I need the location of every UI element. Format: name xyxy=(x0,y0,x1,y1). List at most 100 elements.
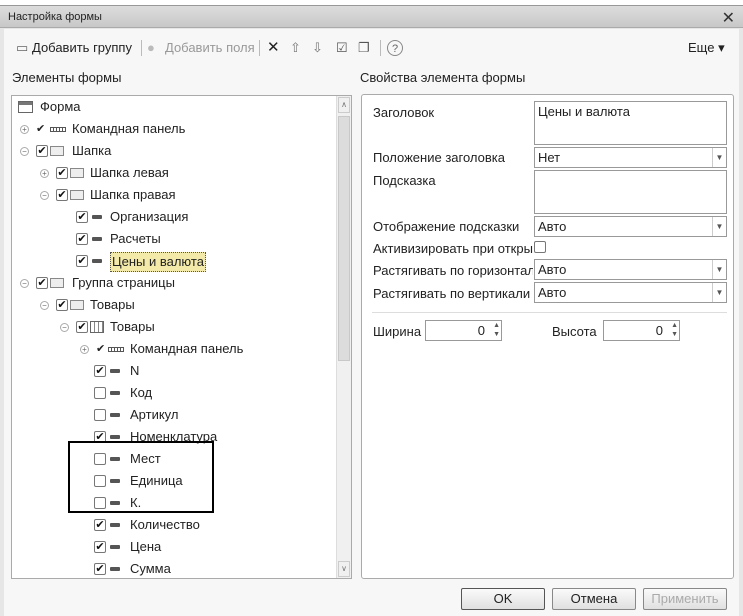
tree-item[interactable]: Код xyxy=(12,382,337,404)
vertical-stretch-label: Растягивать по вертикали xyxy=(373,286,531,301)
tree-item[interactable]: − ✔ Группа страницы xyxy=(12,272,337,294)
form-elements-heading: Элементы формы xyxy=(12,70,122,85)
tree-item-checkbox[interactable]: ✔ xyxy=(56,167,68,179)
width-input[interactable]: 0 ▲ ▼ xyxy=(425,320,502,341)
dropdown-arrow-icon[interactable]: ▼ xyxy=(712,148,726,167)
spinner-icon[interactable]: ▲ ▼ xyxy=(671,321,678,339)
add-group-button[interactable]: Добавить группу xyxy=(32,40,132,56)
dropdown-arrow-icon[interactable]: ▼ xyxy=(712,260,726,279)
collapse-icon[interactable]: − xyxy=(20,279,29,288)
vertical-stretch-value: Авто xyxy=(538,285,567,300)
dropdown-arrow-icon[interactable]: ▼ xyxy=(712,283,726,302)
tree-item[interactable]: ✔ Организация xyxy=(12,206,337,228)
tree-item-label: Форма xyxy=(40,99,81,114)
apply-button[interactable]: Применить xyxy=(643,588,727,610)
tree-item-checkbox[interactable]: ✔ xyxy=(56,189,68,201)
tree-item-checkbox[interactable]: ✔ xyxy=(56,299,68,311)
field-icon xyxy=(92,259,102,263)
height-input[interactable]: 0 ▲ ▼ xyxy=(603,320,680,341)
tree-item-checkbox[interactable]: ✔ xyxy=(94,365,106,377)
ok-button[interactable]: OK xyxy=(461,588,545,610)
tree-item[interactable]: − ✔ Товары xyxy=(12,294,337,316)
tree-item-checkbox[interactable]: ✔ xyxy=(94,541,106,553)
add-group-icon: ▭ xyxy=(16,40,29,55)
close-icon[interactable]: ✕ xyxy=(722,8,735,28)
tree-item-label: Шапка xyxy=(72,143,112,158)
tree-item-checkbox[interactable] xyxy=(94,409,106,421)
collapse-icon[interactable]: − xyxy=(60,323,69,332)
delete-icon[interactable]: ✕ xyxy=(267,40,280,56)
horizontal-stretch-value: Авто xyxy=(538,262,567,277)
expand-icon[interactable]: + xyxy=(40,169,49,178)
separator xyxy=(141,40,142,56)
more-menu[interactable]: Еще ▾ xyxy=(688,40,725,56)
scroll-thumb[interactable] xyxy=(338,116,350,361)
tree-item[interactable]: + ✔ Командная панель xyxy=(12,118,337,140)
tree-item[interactable]: ✔ N xyxy=(12,360,337,382)
tree-item-checkbox[interactable]: ✔ xyxy=(76,321,88,333)
height-label: Высота xyxy=(552,324,597,339)
scroll-down-icon[interactable]: ∨ xyxy=(338,561,350,577)
tree-item-checkbox[interactable] xyxy=(94,387,106,399)
field-icon xyxy=(110,413,120,417)
folder-icon xyxy=(70,168,84,178)
tree-item-label: Группа страницы xyxy=(72,275,175,290)
tree-item[interactable]: ✔ Цены и валюта xyxy=(12,250,337,272)
tree-item[interactable]: ✔ Расчеты xyxy=(12,228,337,250)
tree-item[interactable]: + ✔ Командная панель xyxy=(12,338,337,360)
tree-item[interactable]: Артикул xyxy=(12,404,337,426)
field-icon xyxy=(92,215,102,219)
add-fields-button[interactable]: Добавить поля xyxy=(165,40,255,56)
collapse-icon[interactable]: − xyxy=(20,147,29,156)
move-up-icon[interactable]: ⇧ xyxy=(290,40,301,56)
tree-item-checkbox[interactable]: ✔ xyxy=(94,563,106,575)
tree-item-checkbox[interactable]: ✔ xyxy=(36,145,48,157)
vertical-stretch-select[interactable]: Авто ▼ xyxy=(534,282,727,303)
move-down-icon[interactable]: ⇩ xyxy=(312,40,323,56)
tree-item-label: Организация xyxy=(110,209,189,224)
dropdown-arrow-icon[interactable]: ▼ xyxy=(712,217,726,236)
collapse-icon[interactable]: − xyxy=(40,191,49,200)
tree-item[interactable]: Форма xyxy=(12,96,337,118)
scroll-up-icon[interactable]: ∧ xyxy=(338,97,350,113)
folder-icon xyxy=(50,146,64,156)
uncheck-all-icon[interactable]: ❐ xyxy=(358,40,370,56)
expand-icon[interactable]: + xyxy=(80,345,89,354)
tree-item[interactable]: − ✔ Товары xyxy=(12,316,337,338)
horizontal-stretch-select[interactable]: Авто ▼ xyxy=(534,259,727,280)
hint-input[interactable] xyxy=(534,170,727,214)
tree-item-label: Командная панель xyxy=(72,121,186,136)
tree-item-checkbox[interactable]: ✔ xyxy=(36,277,48,289)
height-value: 0 xyxy=(655,323,663,338)
tree-item-label: Код xyxy=(130,385,153,400)
activate-on-open-checkbox[interactable] xyxy=(534,241,546,253)
tree-scrollbar[interactable]: ∧ ∨ xyxy=(336,96,351,578)
check-all-icon[interactable]: ☑ xyxy=(336,40,348,56)
title-input[interactable]: Цены и валюта xyxy=(534,101,727,145)
tree-item-label: Цена xyxy=(130,539,162,554)
hint-display-label: Отображение подсказки xyxy=(373,219,520,234)
help-icon[interactable]: ? xyxy=(387,40,403,56)
tree-item-checkbox[interactable]: ✔ xyxy=(94,519,106,531)
field-icon xyxy=(110,435,120,439)
expand-icon[interactable]: + xyxy=(20,125,29,134)
tree-item[interactable]: + ✔ Шапка левая xyxy=(12,162,337,184)
tree-item-checkbox[interactable]: ✔ xyxy=(76,233,88,245)
checkmark-icon[interactable]: ✔ xyxy=(36,118,45,140)
tree-item-checkbox[interactable]: ✔ xyxy=(76,211,88,223)
checkmark-icon[interactable]: ✔ xyxy=(96,338,105,360)
tree-item[interactable]: ✔ Цена xyxy=(12,536,337,558)
tree-item[interactable]: ✔ Количество xyxy=(12,514,337,536)
tree-item-checkbox[interactable]: ✔ xyxy=(76,255,88,267)
tree-item[interactable]: ✔ Сумма xyxy=(12,558,337,578)
tree-item-label: Командная панель xyxy=(130,341,244,356)
tree-item[interactable]: − ✔ Шапка правая xyxy=(12,184,337,206)
spinner-icon[interactable]: ▲ ▼ xyxy=(493,321,500,339)
tree-item[interactable]: − ✔ Шапка xyxy=(12,140,337,162)
cancel-button[interactable]: Отмена xyxy=(552,588,636,610)
collapse-icon[interactable]: − xyxy=(40,301,49,310)
tree-item-label: Количество xyxy=(130,517,200,532)
field-icon xyxy=(110,391,120,395)
hint-display-select[interactable]: Авто ▼ xyxy=(534,216,727,237)
title-position-select[interactable]: Нет ▼ xyxy=(534,147,727,168)
